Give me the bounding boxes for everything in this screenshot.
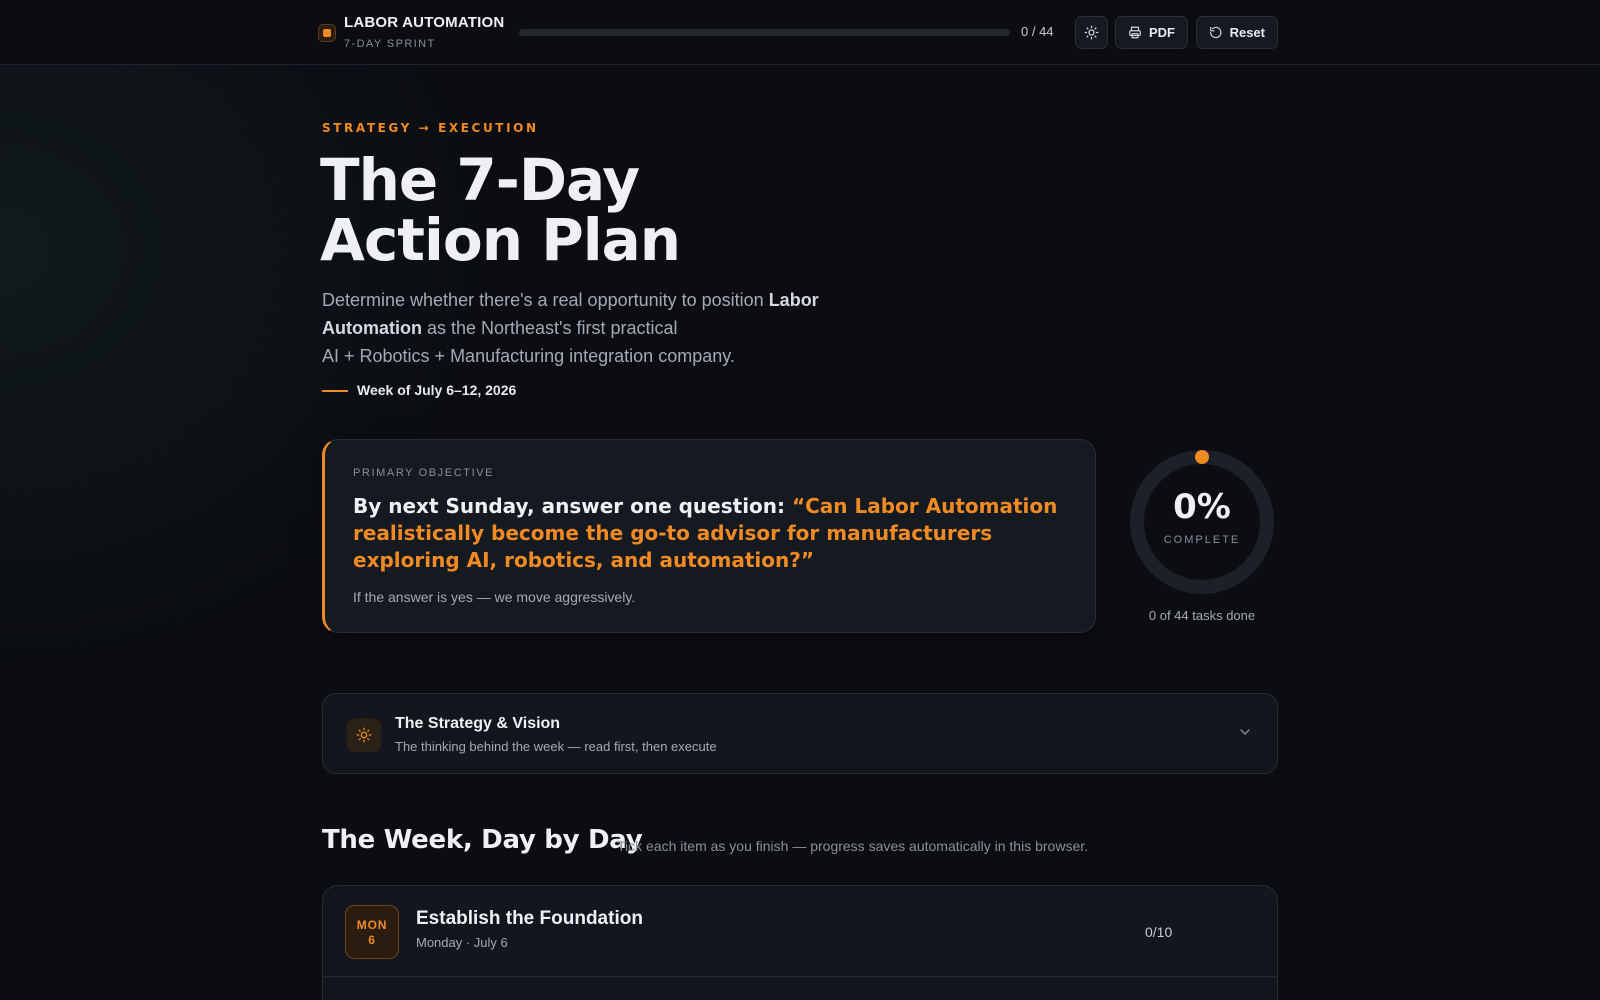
week-label: Week of July 6–12, 2026 [357, 382, 517, 398]
week-section-title: The Week, Day by Day [322, 825, 643, 855]
sun-icon [1084, 25, 1099, 40]
day-title: Establish the Foundation [416, 908, 643, 929]
pdf-button[interactable]: PDF [1115, 16, 1188, 49]
week-accent-rule [322, 390, 348, 392]
strategy-subtitle: The thinking behind the week — read firs… [395, 739, 717, 754]
page-title: The 7-Day Action Plan [320, 150, 1020, 270]
reset-button-label: Reset [1229, 25, 1265, 40]
strategy-icon [347, 718, 381, 752]
day-badge-number: 6 [368, 933, 376, 947]
reset-button[interactable]: Reset [1196, 16, 1278, 49]
overall-progress-bar [519, 29, 1010, 36]
completion-percent: 0% [1173, 487, 1231, 527]
pdf-button-label: PDF [1149, 25, 1175, 40]
day-card-monday[interactable]: MON 6 Establish the Foundation Monday · … [322, 885, 1278, 1000]
progress-count: 0 / 44 [1021, 24, 1054, 39]
strategy-title: The Strategy & Vision [395, 715, 561, 732]
primary-objective-card: PRIMARY OBJECTIVE By next Sunday, answer… [322, 439, 1096, 633]
objective-note: If the answer is yes — we move aggressiv… [353, 589, 636, 605]
strategy-vision-accordion[interactable]: The Strategy & Vision The thinking behin… [322, 693, 1278, 774]
page-title-line-2: Action Plan [320, 206, 681, 274]
theme-toggle-button[interactable] [1075, 16, 1108, 49]
hero-desc-line-3: AI + Robotics + Manufacturing integratio… [322, 346, 735, 366]
week-section-note: Tick each item as you finish — progress … [617, 838, 1089, 854]
brand-subtitle: 7-DAY SPRINT [344, 38, 436, 50]
objective-question: By next Sunday, answer one question: “Ca… [353, 493, 1073, 574]
hero-desc-part-1: Determine whether there's a real opportu… [322, 290, 769, 310]
hero-desc-part-2: as the Northeast's first practical [421, 318, 678, 338]
objective-question-lead: By next Sunday, answer one question: [353, 494, 792, 518]
completion-label: COMPLETE [1163, 534, 1241, 546]
day-badge: MON 6 [345, 905, 399, 959]
printer-icon [1129, 26, 1141, 39]
day-task-count: 0/10 [1145, 924, 1173, 940]
day-badge-weekday: MON [356, 918, 388, 932]
brand-logo-icon [318, 24, 336, 42]
completion-caption: 0 of 44 tasks done [1148, 608, 1256, 623]
sun-icon [356, 727, 372, 743]
page-title-line-1: The 7-Day [320, 146, 640, 214]
top-bar: LABOR AUTOMATION 7-DAY SPRINT 0 / 44 PDF… [0, 0, 1600, 65]
hero-eyebrow: STRATEGY → EXECUTION [322, 121, 539, 135]
hero-description: Determine whether there's a real opportu… [322, 286, 882, 370]
brand-title: LABOR AUTOMATION [344, 14, 505, 31]
day-divider [323, 976, 1277, 977]
objective-label: PRIMARY OBJECTIVE [353, 467, 495, 479]
chevron-down-icon[interactable] [1237, 724, 1253, 740]
day-date: Monday · July 6 [416, 935, 508, 950]
reset-icon [1210, 26, 1222, 39]
